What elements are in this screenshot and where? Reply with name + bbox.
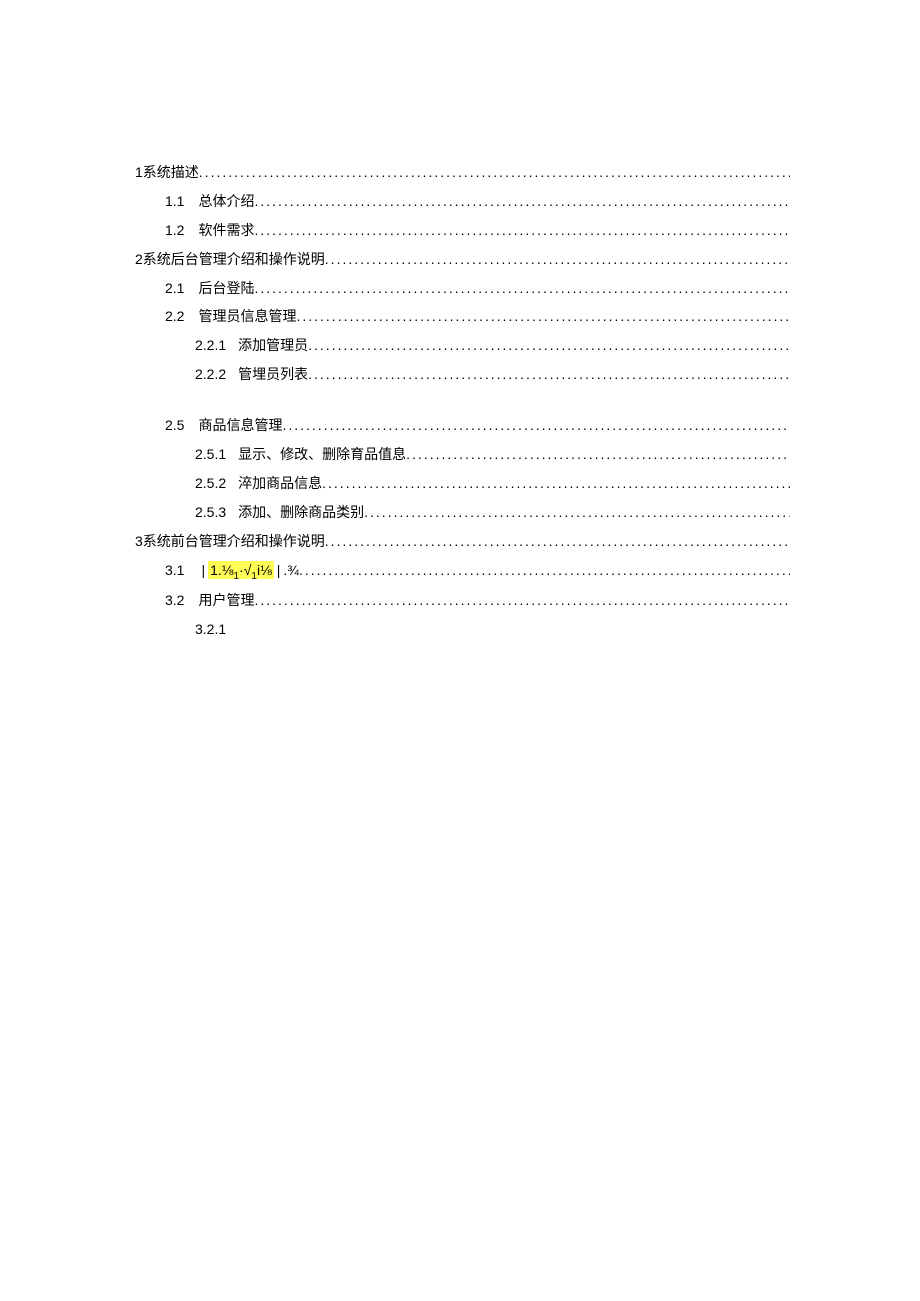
toc-title: 添加、删除商品类别 — [238, 501, 364, 527]
toc-number: 2.5.2 — [195, 471, 226, 497]
toc-number: 1.1 — [165, 189, 184, 215]
toc-title-garbled: |1.⅛1·√1i⅛|.¾ — [198, 558, 299, 586]
toc-entry: 2.2 管理员信息管理..............................… — [135, 304, 790, 331]
toc-title: 用户管理 — [198, 589, 254, 615]
toc-entry: 1.2 软件需求.................................… — [135, 218, 790, 245]
garbled-after: .¾ — [283, 562, 299, 578]
toc-entry: 3系统前台管理介绍和操作说明..........................… — [135, 529, 790, 556]
toc-entry: 2.5 商品信息管理...............................… — [135, 413, 790, 440]
toc-title: 添加管理员 — [238, 334, 308, 360]
toc-entry: 2.2.1 添加管理员..............................… — [135, 333, 790, 360]
toc-title: 管理员信息管理 — [198, 305, 296, 331]
toc-entry: 2.5.1 显示、修改、删除育品值息.......................… — [135, 442, 790, 469]
toc-entry: 2.5.2 淬加商品信息.............................… — [135, 471, 790, 498]
toc-leader-dots: ........................................… — [364, 500, 790, 526]
toc-leader-dots: ........................................… — [296, 304, 790, 330]
toc-number: 2.5.3 — [195, 500, 226, 526]
toc-entry: 1系统描述...................................… — [135, 160, 790, 187]
toc-leader-dots: ........................................… — [325, 247, 790, 273]
toc-leader-dots: ........................................… — [406, 442, 790, 468]
toc-number: 2.2 — [165, 304, 184, 330]
toc-number: 2.2.2 — [195, 362, 226, 388]
toc-leader-dots: ........................................… — [254, 189, 790, 215]
toc-leader-dots: ........................................… — [254, 276, 790, 302]
toc-number: 2.2.1 — [195, 333, 226, 359]
toc-leader-dots: ........................................… — [254, 588, 790, 614]
toc-number: 2 — [135, 247, 143, 273]
toc-title: 总体介绍 — [198, 190, 254, 216]
vertical-bar: | — [201, 558, 205, 584]
toc-leader-dots: ........................................… — [254, 218, 790, 244]
toc-entry: 3.2.1 — [135, 617, 790, 643]
toc-leader-dots: ........................................… — [282, 413, 790, 439]
toc-title: 淬加商品信息 — [238, 472, 322, 498]
toc-title: 显示、修改、删除育品值息 — [238, 443, 406, 469]
toc-leader-dots: ........................................… — [308, 362, 790, 388]
toc-entry: 3.1|1.⅛1·√1i⅛|.¾........................… — [135, 558, 790, 586]
toc-leader-dots: ........................................… — [325, 529, 790, 555]
toc-number: 3 — [135, 529, 143, 555]
toc-entry: 3.2 用户管理.................................… — [135, 588, 790, 615]
toc-number: 1 — [135, 160, 143, 186]
toc-title: 系统前台管理介绍和操作说明 — [143, 530, 325, 556]
toc-entry: 1.1 总体介绍.................................… — [135, 189, 790, 216]
toc-leader-dots: ........................................… — [299, 558, 790, 584]
toc-number: 1.2 — [165, 218, 184, 244]
blank-row — [135, 391, 790, 413]
toc-title: 管埋员列表 — [238, 363, 308, 389]
toc-title: 系统描述 — [143, 161, 199, 187]
highlighted-text: 1.⅛1·√1i⅛ — [208, 561, 274, 579]
toc-number: 2.1 — [165, 276, 184, 302]
vertical-bar: | — [277, 558, 281, 584]
toc-leader-dots: ........................................… — [308, 333, 790, 359]
toc-entry: 2系统后台管理介绍和操作说明..........................… — [135, 247, 790, 274]
toc-number: 3.1 — [165, 558, 184, 584]
toc-title: 软件需求 — [198, 219, 254, 245]
toc-title: 商品信息管理 — [198, 414, 282, 440]
toc-entry: 2.5.3 添加、删除商品类别..........................… — [135, 500, 790, 527]
toc-leader-dots: ........................................… — [199, 160, 790, 186]
toc-number: 2.5.1 — [195, 442, 226, 468]
toc-leader-dots: ........................................… — [322, 471, 790, 497]
toc-title: 后台登陆 — [198, 277, 254, 303]
toc-entry: 2.1 后台登陆.................................… — [135, 276, 790, 303]
toc-entry: 2.2.2 管埋员列表..............................… — [135, 362, 790, 389]
toc-number: 2.5 — [165, 413, 184, 439]
table-of-contents: 1系统描述...................................… — [135, 160, 790, 643]
toc-title: 系统后台管理介绍和操作说明 — [143, 248, 325, 274]
toc-number: 3.2.1 — [195, 617, 226, 643]
toc-number: 3.2 — [165, 588, 184, 614]
